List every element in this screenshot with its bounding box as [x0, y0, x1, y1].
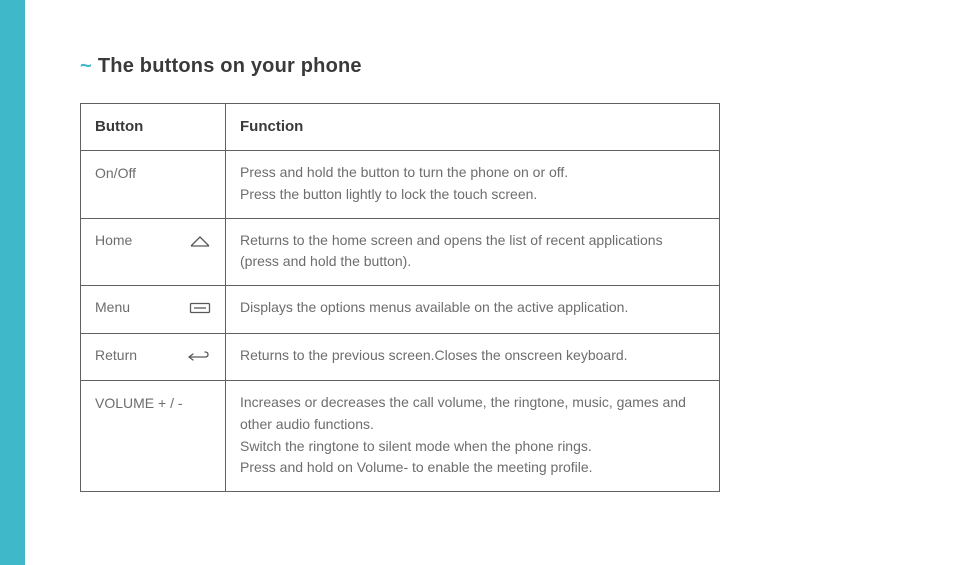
button-name: VOLUME + / -	[95, 393, 183, 415]
menu-icon	[189, 299, 211, 321]
col-header-function: Function	[226, 104, 720, 151]
row-function-cell: Increases or decreases the call volume, …	[226, 381, 720, 492]
table-body: On/Off Press and hold the button to turn…	[81, 151, 720, 492]
page-title: ~ The buttons on your phone	[80, 55, 894, 78]
row-button-cell: On/Off	[81, 151, 226, 218]
row-function-cell: Press and hold the button to turn the ph…	[226, 151, 720, 218]
button-name: Return	[95, 345, 137, 367]
row-function-cell: Displays the options menus available on …	[226, 286, 720, 334]
table-row: Return Returns to the previous screen.Cl…	[81, 333, 720, 381]
home-icon	[189, 232, 211, 254]
button-name: Menu	[95, 297, 130, 319]
table-row: On/Off Press and hold the button to turn…	[81, 151, 720, 218]
button-name: Home	[95, 230, 132, 252]
content-area: ~ The buttons on your phone Button Functi…	[25, 0, 954, 565]
page: ~ The buttons on your phone Button Functi…	[0, 0, 954, 565]
heading-text: The buttons on your phone	[98, 55, 362, 77]
table-row: Menu Displays the options menus availabl…	[81, 286, 720, 334]
row-button-cell: Return	[81, 333, 226, 381]
col-header-button: Button	[81, 104, 226, 151]
table-header-row: Button Function	[81, 104, 720, 151]
row-function-cell: Returns to the previous screen.Closes th…	[226, 333, 720, 381]
button-name: On/Off	[95, 163, 136, 185]
accent-stripe	[0, 0, 25, 565]
row-function-cell: Returns to the home screen and opens the…	[226, 218, 720, 285]
row-button-cell: Menu	[81, 286, 226, 334]
table-row: Home Returns to the home screen and open…	[81, 218, 720, 285]
row-button-cell: Home	[81, 218, 226, 285]
table-row: VOLUME + / - Increases or decreases the …	[81, 381, 720, 492]
heading-tilde: ~	[80, 55, 92, 77]
return-icon	[187, 347, 211, 369]
row-button-cell: VOLUME + / -	[81, 381, 226, 492]
buttons-table: Button Function On/Off Press and hold th…	[80, 103, 720, 492]
